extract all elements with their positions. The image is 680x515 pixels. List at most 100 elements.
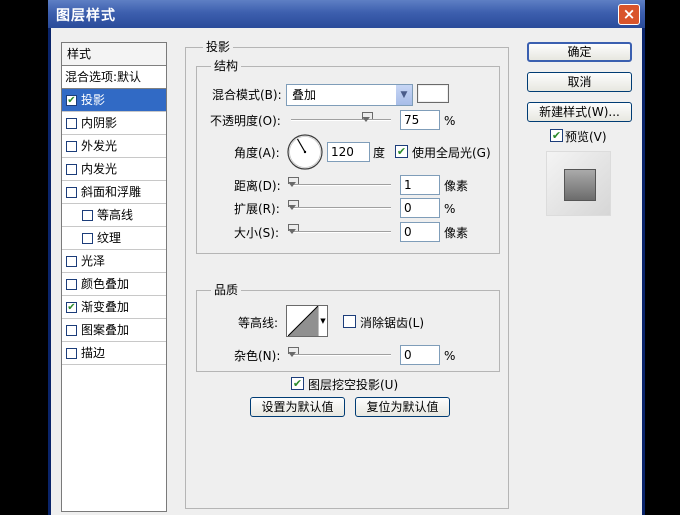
spread-unit: % <box>444 202 456 216</box>
size-slider-handle[interactable] <box>288 224 299 234</box>
angle-input[interactable]: 120 <box>327 142 370 162</box>
style-item-checkbox[interactable] <box>66 187 77 198</box>
style-item-label: 内发光 <box>81 162 118 176</box>
style-list: 样式 混合选项:默认 ✔ 投影内阴影 外发光内发光斜面和浮雕等高线纹理光泽颜色叠加 ✔… <box>61 42 167 512</box>
blend-options-item[interactable]: 混合选项:默认 <box>62 66 166 89</box>
knockout-checkbox[interactable]: ✔ <box>291 377 304 390</box>
structure-title: 结构 <box>211 59 242 73</box>
style-item-checkbox[interactable] <box>66 256 77 267</box>
style-item-label: 光泽 <box>81 254 106 268</box>
drop-shadow-group: 投影 结构 混合模式(B): 叠加 ▼ 不透明度(O): 75 % 角度(A): <box>185 40 509 509</box>
shadow-color-fill <box>419 86 447 101</box>
contour-label: 等高线: <box>238 316 279 330</box>
style-item-label: 颜色叠加 <box>81 277 130 291</box>
style-item-label: 纹理 <box>97 231 122 245</box>
blend-mode-label: 混合模式(B): <box>212 88 282 102</box>
style-item-checkbox[interactable] <box>82 210 93 221</box>
layer-style-dialog: 图层样式 × 样式 混合选项:默认 ✔ 投影内阴影 外发光内发光斜面和浮雕等高线纹理… <box>48 0 645 515</box>
style-item-label: 描边 <box>81 346 106 360</box>
style-item-checkbox[interactable] <box>66 279 77 290</box>
size-input[interactable]: 0 <box>400 222 440 242</box>
spread-slider-track[interactable] <box>291 207 391 209</box>
style-item[interactable]: 外发光 <box>62 135 166 158</box>
check-icon: ✔ <box>551 129 562 142</box>
blend-mode-value: 叠加 <box>292 88 317 102</box>
size-unit: 像素 <box>444 226 469 240</box>
style-item[interactable]: 光泽 <box>62 250 166 273</box>
style-item-checkbox[interactable] <box>66 325 77 336</box>
title-bar[interactable]: 图层样式 × <box>48 0 645 28</box>
noise-slider-track[interactable] <box>291 354 391 356</box>
noise-unit: % <box>444 349 456 363</box>
angle-dial[interactable] <box>286 133 324 171</box>
style-item[interactable]: 纹理 <box>62 227 166 250</box>
size-slider-track[interactable] <box>291 231 391 233</box>
style-item-checkbox[interactable] <box>66 118 77 129</box>
style-item[interactable]: 等高线 <box>62 204 166 227</box>
chevron-down-icon[interactable]: ▼ <box>395 85 412 105</box>
preview-label[interactable]: 预览(V) <box>565 130 607 144</box>
opacity-slider-track[interactable] <box>291 119 391 121</box>
contour-preview-icon <box>288 306 318 336</box>
reset-default-button[interactable]: 复位为默认值 <box>355 397 450 417</box>
style-item-checkbox[interactable] <box>66 164 77 175</box>
style-item[interactable]: 内阴影 <box>62 112 166 135</box>
opacity-slider-handle[interactable] <box>362 112 373 122</box>
distance-input[interactable]: 1 <box>400 175 440 195</box>
distance-slider-track[interactable] <box>291 184 391 186</box>
blend-mode-select[interactable]: 叠加 ▼ <box>286 84 413 106</box>
style-item-label: 渐变叠加 <box>81 300 130 314</box>
style-item[interactable]: ✔ 渐变叠加 <box>62 296 166 319</box>
knockout-label[interactable]: 图层挖空投影(U) <box>308 378 398 392</box>
spread-slider-handle[interactable] <box>288 200 299 210</box>
ok-button[interactable]: 确定 <box>527 42 632 62</box>
style-item[interactable]: 颜色叠加 <box>62 273 166 296</box>
style-item[interactable]: ✔ 投影 <box>62 89 166 112</box>
check-icon: ✔ <box>396 145 407 158</box>
distance-unit: 像素 <box>444 179 469 193</box>
angle-label: 角度(A): <box>234 146 280 160</box>
spread-input[interactable]: 0 <box>400 198 440 218</box>
check-icon: ✔ <box>292 377 303 390</box>
chevron-down-icon[interactable]: ▼ <box>318 306 327 336</box>
style-list-header[interactable]: 样式 <box>62 43 166 66</box>
style-item-checkbox[interactable] <box>66 348 77 359</box>
shadow-color-swatch[interactable] <box>417 84 449 103</box>
style-item-checkbox[interactable] <box>66 141 77 152</box>
global-light-label[interactable]: 使用全局光(G) <box>412 146 491 160</box>
cancel-button[interactable]: 取消 <box>527 72 632 92</box>
global-light-checkbox[interactable]: ✔ <box>395 145 408 158</box>
window-title: 图层样式 <box>56 8 116 24</box>
spread-label: 扩展(R): <box>234 202 280 216</box>
close-button[interactable]: × <box>618 4 640 25</box>
quality-title: 品质 <box>211 283 242 297</box>
preview-swatch <box>564 169 596 201</box>
drop-shadow-title: 投影 <box>203 40 234 54</box>
style-item-label: 等高线 <box>97 208 134 222</box>
anti-alias-checkbox[interactable] <box>343 315 356 328</box>
contour-picker[interactable]: ▼ <box>286 305 328 337</box>
style-item[interactable]: 斜面和浮雕 <box>62 181 166 204</box>
make-default-button[interactable]: 设置为默认值 <box>250 397 345 417</box>
quality-group: 品质 等高线: ▼ 消除锯齿(L) 杂色(N): 0 % <box>196 283 500 372</box>
style-item-checkbox[interactable]: ✔ <box>66 95 77 106</box>
style-item[interactable]: 图案叠加 <box>62 319 166 342</box>
size-label: 大小(S): <box>234 226 280 240</box>
style-item-checkbox[interactable] <box>82 233 93 244</box>
distance-slider-handle[interactable] <box>288 177 299 187</box>
new-style-button[interactable]: 新建样式(W)... <box>527 102 632 122</box>
style-item-checkbox[interactable]: ✔ <box>66 302 77 313</box>
style-item[interactable]: 内发光 <box>62 158 166 181</box>
noise-input[interactable]: 0 <box>400 345 440 365</box>
opacity-input[interactable]: 75 <box>400 110 440 130</box>
opacity-unit: % <box>444 114 456 128</box>
anti-alias-label[interactable]: 消除锯齿(L) <box>360 316 424 330</box>
distance-label: 距离(D): <box>234 179 281 193</box>
angle-unit: 度 <box>373 146 386 160</box>
style-item[interactable]: 描边 <box>62 342 166 365</box>
noise-slider-handle[interactable] <box>288 347 299 357</box>
preview-checkbox[interactable]: ✔ <box>550 129 563 142</box>
style-preview-thumbnail <box>546 151 611 216</box>
style-item-label: 斜面和浮雕 <box>81 185 142 199</box>
style-item-label: 投影 <box>81 93 106 107</box>
